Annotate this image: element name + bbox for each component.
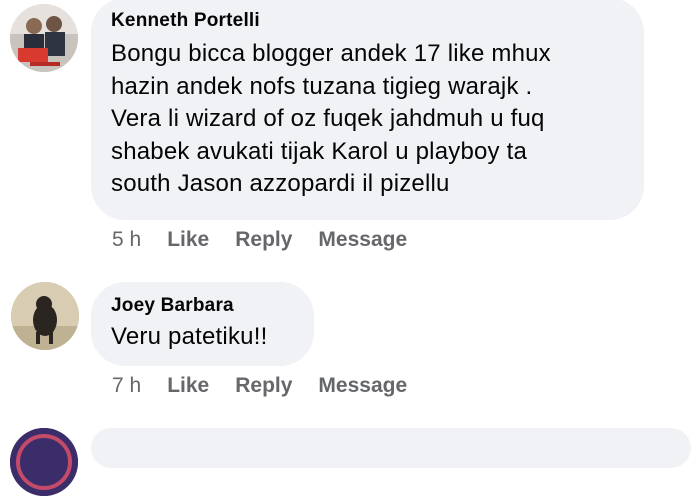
comment-timestamp[interactable]: 5 h bbox=[112, 228, 141, 252]
like-button[interactable]: Like bbox=[167, 374, 209, 398]
message-button[interactable]: Message bbox=[318, 228, 407, 252]
avatar-photo-icon bbox=[10, 428, 78, 496]
comment-actions: 7 h Like Reply Message bbox=[112, 374, 433, 398]
avatar[interactable] bbox=[10, 4, 78, 72]
comment-author[interactable]: Joey Barbara bbox=[111, 295, 294, 317]
avatar[interactable] bbox=[10, 428, 78, 496]
comment-text: Veru patetiku!! bbox=[111, 323, 268, 350]
comment-bubble bbox=[91, 428, 691, 468]
comment-timestamp[interactable]: 7 h bbox=[112, 374, 141, 398]
avatar[interactable] bbox=[11, 282, 79, 350]
reply-button[interactable]: Reply bbox=[235, 228, 292, 252]
comment-bubble: Kenneth Portelli Bongu bicca blogger and… bbox=[91, 0, 644, 220]
like-button[interactable]: Like bbox=[167, 228, 209, 252]
comment-text: Bongu bicca blogger andek 17 like mhux h… bbox=[111, 40, 551, 197]
comment-actions: 5 h Like Reply Message bbox=[112, 228, 433, 252]
reply-button[interactable]: Reply bbox=[235, 374, 292, 398]
avatar-photo-icon bbox=[11, 282, 79, 350]
comment-bubble: Joey Barbara Veru patetiku!! bbox=[91, 282, 314, 366]
message-button[interactable]: Message bbox=[318, 374, 407, 398]
avatar-photo-icon bbox=[10, 4, 78, 72]
comment-author[interactable]: Kenneth Portelli bbox=[111, 10, 624, 32]
